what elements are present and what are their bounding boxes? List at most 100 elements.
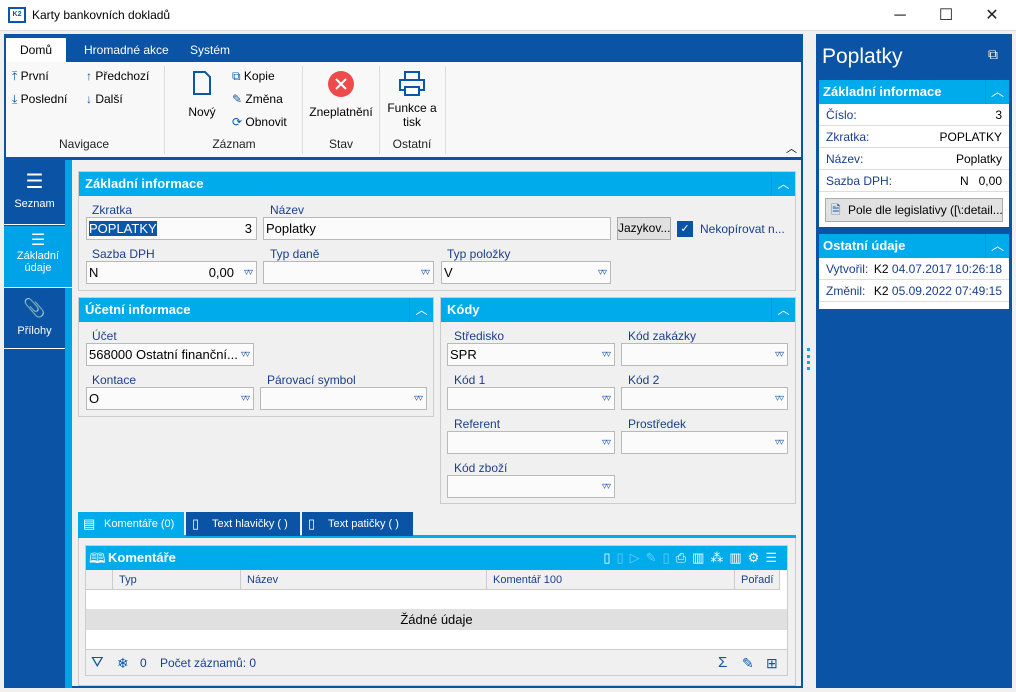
first-label: První	[20, 69, 49, 83]
column-header-typ[interactable]: Typ	[113, 570, 241, 590]
dropdown-icon[interactable]: ▿▿	[241, 388, 250, 409]
menu-icon[interactable]: ☰	[765, 550, 783, 565]
nav-item-zakladni-udaje[interactable]: ☰ Základní údaje	[4, 226, 72, 288]
sum-icon[interactable]: Σ	[718, 650, 727, 676]
tab-text-hlavicky[interactable]: ▯ Text hlavičky ( )	[186, 512, 300, 536]
print-icon[interactable]: ⎙	[676, 550, 692, 565]
typpol-label: Typ položky	[447, 247, 511, 261]
list-icon: ☰	[30, 232, 46, 249]
info-key: Změnil:	[826, 284, 866, 298]
collapse-icon[interactable]: ︿	[985, 80, 1009, 104]
columns-icon[interactable]: ▥	[729, 550, 747, 565]
grid-header: 🕮 Komentáře ▯▯▷✎▯⎙▥⁂▥⚙☰	[86, 546, 787, 570]
collapse-icon[interactable]: ︿	[771, 298, 795, 322]
tab-domu[interactable]: Domů	[6, 38, 67, 62]
dropdown-icon[interactable]: ▿▿	[775, 388, 784, 409]
previous-button[interactable]: ↑ Předchozí	[86, 69, 149, 83]
collapse-icon[interactable]: ︿	[985, 234, 1009, 258]
filter-icon[interactable]: ⛛	[91, 650, 104, 676]
collapse-ribbon-icon[interactable]: ︿	[786, 140, 797, 156]
chart-icon[interactable]: ▥	[692, 550, 710, 565]
minimize-button[interactable]: ─	[880, 4, 920, 28]
popout-icon[interactable]: ⧉	[988, 46, 998, 63]
sazba-code: N	[89, 265, 99, 280]
edit-button[interactable]: ✎ Změna	[232, 92, 283, 106]
typdane-label: Typ daně	[270, 247, 320, 261]
referent-select[interactable]: ▿▿	[447, 431, 615, 454]
dropdown-icon[interactable]: ▿▿	[602, 344, 611, 365]
dropdown-icon[interactable]: ▿▿	[421, 262, 430, 283]
refresh-button[interactable]: ⟳ Obnovit	[232, 115, 287, 129]
invalidate-label: Zneplatnění	[309, 105, 373, 119]
kod1-select[interactable]: ▿▿	[447, 387, 615, 410]
edit-icon[interactable]: ✎	[742, 650, 754, 676]
prostredek-select[interactable]: ▿▿	[621, 431, 788, 454]
document-icon: ▯	[308, 516, 316, 531]
tab-label: Text hlavičky ( )	[212, 518, 288, 530]
cubes-icon[interactable]: ⁂	[710, 550, 729, 565]
kontace-select[interactable]: O ▿▿	[86, 387, 254, 410]
zakazka-select[interactable]: ▿▿	[621, 343, 788, 366]
legislation-fields-button[interactable]: 🗎 Pole dle legislativy ([\:detail...	[825, 198, 1003, 222]
copy-button[interactable]: ⧉ Kopie	[232, 69, 275, 84]
row-indicator-header	[86, 570, 113, 590]
maximize-button[interactable]: ☐	[926, 4, 966, 28]
snowflake-icon[interactable]: ❄	[117, 650, 129, 676]
group-navigace-label: Navigace	[58, 137, 110, 151]
dropdown-icon[interactable]: ▿▿	[602, 432, 611, 453]
sazba-select[interactable]: N 0,00 ▿▿	[86, 261, 257, 284]
kod2-select[interactable]: ▿▿	[621, 387, 788, 410]
splitter[interactable]	[803, 34, 816, 688]
add-table-icon[interactable]: ⊞	[766, 650, 778, 676]
dropdown-icon[interactable]: ▿▿	[414, 388, 423, 409]
printer-icon	[399, 71, 425, 96]
invalidate-button[interactable]: Zneplatnění	[306, 70, 376, 119]
typpolozky-select[interactable]: V ▿▿	[441, 261, 611, 284]
nav-item-seznam[interactable]: ☰ Seznam	[4, 160, 65, 225]
dropdown-icon[interactable]: ▿▿	[241, 344, 250, 365]
splitter-grip[interactable]	[807, 348, 810, 370]
column-header-komentar[interactable]: Komentář 100	[487, 570, 735, 590]
gear-icon[interactable]: ⚙	[748, 550, 766, 565]
dropdown-icon[interactable]: ▿▿	[775, 432, 784, 453]
zkratka-input[interactable]: POPLATKY 3	[86, 217, 257, 240]
next-button[interactable]: ↓ Další	[86, 92, 123, 106]
info-row: Číslo: 3	[819, 104, 1009, 126]
tab-komentare[interactable]: ▤ Komentáře (0)	[78, 512, 184, 536]
dropdown-icon[interactable]: ▿▿	[244, 262, 253, 283]
ucet-select[interactable]: 568000 Ostatní finanční... ▿▿	[86, 343, 254, 366]
new-record-icon[interactable]: ▯	[603, 550, 616, 565]
nav-item-prilohy[interactable]: 📎 Přílohy	[4, 289, 65, 349]
nekopirovat-checkbox[interactable]: ✓	[677, 221, 693, 237]
arrow-down-icon: ↓	[86, 92, 92, 106]
filter-count: 0	[140, 656, 147, 670]
typdane-select[interactable]: ▿▿	[263, 261, 434, 284]
collapse-icon[interactable]: ︿	[409, 298, 433, 322]
dropdown-icon[interactable]: ▿▿	[602, 388, 611, 409]
close-button[interactable]: ✕	[972, 4, 1012, 28]
tab-text-paticky[interactable]: ▯ Text patičky ( )	[302, 512, 413, 536]
column-header-nazev[interactable]: Název	[241, 570, 487, 590]
info-value: Poplatky	[955, 152, 1002, 166]
dropdown-icon[interactable]: ▿▿	[775, 344, 784, 365]
cancel-circle-icon	[328, 71, 354, 97]
parovaci-symbol-select[interactable]: ▿▿	[260, 387, 427, 410]
collapse-icon[interactable]: ︿	[771, 172, 795, 196]
last-button[interactable]: ⤓ Poslední	[12, 92, 67, 107]
ribbon: ⤒ První ⤓ Poslední ↑ Předchozí ↓ Další N…	[6, 62, 801, 157]
first-button[interactable]: ⤒ První	[12, 69, 49, 84]
tab-system[interactable]: Systém	[176, 38, 244, 62]
dropdown-icon[interactable]: ▿▿	[602, 476, 611, 497]
nazev-input[interactable]: Poplatky	[263, 217, 611, 240]
grid-toolbar: ▯▯▷✎▯⎙▥⁂▥⚙☰	[603, 546, 783, 570]
section-header: Účetní informace ︿	[79, 298, 433, 322]
column-header-poradi[interactable]: Pořadí	[735, 570, 780, 590]
kod-zbozi-select[interactable]: ▿▿	[447, 475, 615, 498]
tab-hromadne-akce[interactable]: Hromadné akce	[70, 38, 183, 62]
jazykove-button[interactable]: Jazykov...	[617, 217, 671, 240]
stredisko-select[interactable]: SPR ▿▿	[447, 343, 615, 366]
functions-print-button[interactable]: Funkce a tisk	[382, 70, 442, 129]
new-button[interactable]: Nový	[182, 70, 222, 119]
nav-label: Přílohy	[17, 325, 52, 337]
dropdown-icon[interactable]: ▿▿	[598, 262, 607, 283]
